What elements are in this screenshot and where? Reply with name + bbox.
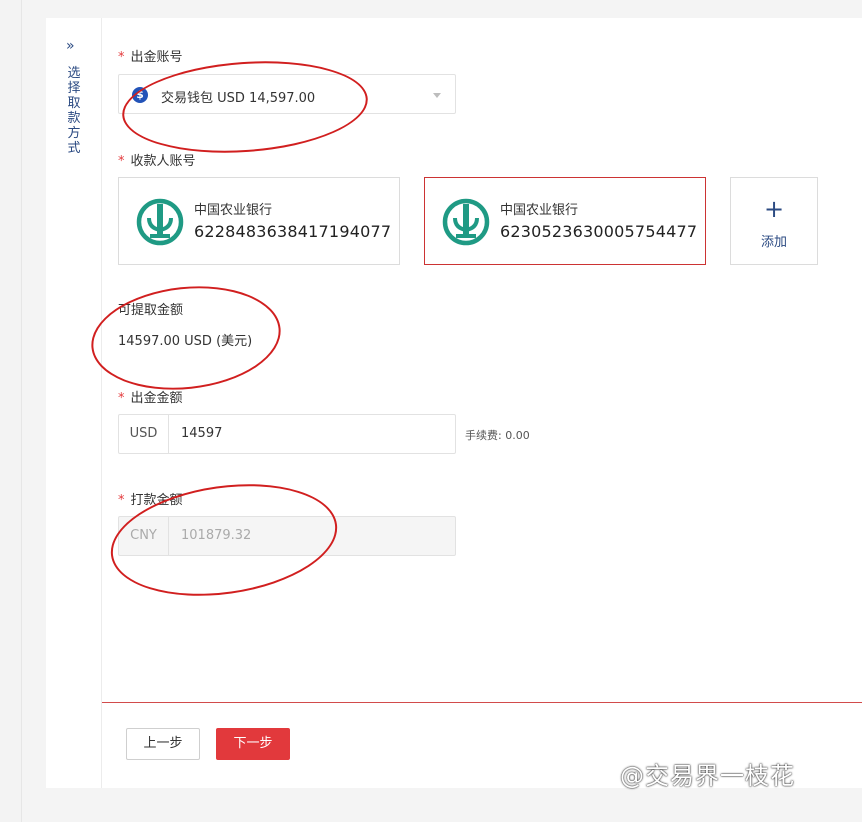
watermark: @交易界一枝花 [620,762,795,790]
prev-step-button[interactable]: 上一步 [126,728,200,760]
withdraw-account-label: * 出金账号 [118,46,183,65]
payee-account-label-text: 收款人账号 [130,154,196,169]
abc-bank-logo-icon [136,198,184,246]
payee-account-label: * 收款人账号 [118,150,196,169]
withdraw-account-label-text: 出金账号 [130,50,183,65]
next-step-button[interactable]: 下一步 [216,728,290,760]
bank-card-number: 6230523630005754477 [500,222,698,241]
withdraw-amount-input[interactable]: 14597 [181,415,222,453]
add-label: 添加 [760,235,787,250]
withdraw-amount-field[interactable]: USD 14597 [118,414,456,454]
currency-prefix: USD [119,415,169,453]
bank-name: 中国农业银行 [500,203,579,218]
double-chevron-icon[interactable]: » [66,38,74,54]
page-left-gutter [0,0,22,822]
abc-bank-logo-icon [442,198,490,246]
required-mark: * [118,50,125,65]
bank-card-1[interactable]: 中国农业银行 6228483638417194077 [118,177,400,265]
bank-name: 中国农业银行 [194,203,273,218]
required-mark: * [118,154,125,169]
sidebar-select-method[interactable]: » 选择取款方式 [46,18,102,788]
bank-card-2[interactable]: 中国农业银行 6230523630005754477 [424,177,706,265]
fee-text: 手续费: 0.00 [465,429,530,442]
divider [102,702,862,703]
required-mark: * [118,493,125,508]
required-mark: * [118,391,125,406]
plus-icon: + [763,195,785,223]
withdraw-amount-label: * 出金金额 [118,387,183,406]
withdraw-amount-label-text: 出金金额 [130,391,183,406]
chevron-down-icon[interactable] [433,93,441,98]
sidebar-label: 选择取款方式 [67,66,81,156]
bank-card-number: 6228483638417194077 [194,222,392,241]
add-bank-card-button[interactable]: + 添加 [730,177,818,265]
